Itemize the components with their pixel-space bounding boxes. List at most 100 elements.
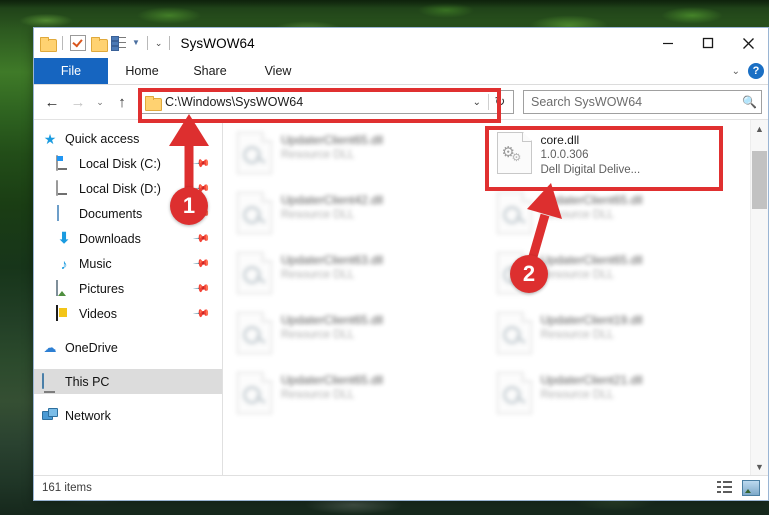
sidebar-item-label: Quick access [65,131,140,146]
sidebar-item-label: This PC [65,374,110,389]
sidebar-gap-3 [34,394,222,403]
sidebar-item-downloads[interactable]: ⬇ Downloads 📌 [34,226,222,251]
gears-icon-small: ⚙ [511,152,522,164]
large-icons-view-icon[interactable] [742,480,760,496]
sidebar-item-label: Local Disk (C:) [79,156,161,171]
tab-file[interactable]: File [34,58,108,84]
back-button[interactable]: ← [40,90,64,114]
properties-icon[interactable] [70,35,86,51]
file-grid: UpdaterClient65.dll Resource DLL ⚙ ⚙ cor… [223,120,750,475]
search-box[interactable]: Search SysWOW64 🔍 [523,90,762,114]
pin-icon[interactable]: 📌 [193,304,212,323]
pictures-icon [56,279,58,296]
list-item[interactable]: UpdaterClient63.dll Resource DLL [237,248,491,308]
recent-locations-button[interactable]: ⌄ [92,90,108,114]
window-controls [648,28,768,58]
sidebar-item-onedrive[interactable]: ☁ OneDrive [34,335,222,360]
details-view-icon[interactable] [717,481,733,495]
sidebar-item-pictures[interactable]: Pictures 📌 [34,276,222,301]
sidebar-item-label: OneDrive [65,340,118,355]
file-description: Resource DLL [540,389,615,401]
toolbar-separator-3 [169,36,171,50]
sidebar-item-music[interactable]: ♪ Music 📌 [34,251,222,276]
address-path: C:\Windows\SysWOW64 [165,95,304,109]
list-item[interactable]: UpdaterClient65.dll Resource DLL [237,128,491,188]
new-folder-icon[interactable] [91,36,108,52]
dll-file-icon [237,132,272,174]
documents-icon [57,204,59,221]
pin-icon[interactable]: 📌 [193,254,212,273]
scrollbar-thumb[interactable] [752,151,767,209]
annotation-marker-1: 1 [160,110,230,225]
downloads-icon: ⬇ [57,229,71,247]
sidebar-item-label: Videos [79,306,117,321]
toolbar-separator-2 [146,36,148,50]
file-description: Resource DLL [281,389,355,401]
forward-button[interactable]: → [66,90,90,114]
address-folder-icon [145,95,162,111]
dll-file-icon: ⚙ ⚙ [496,132,532,174]
window-title: SysWOW64 [180,35,255,51]
address-dropdown-icon[interactable]: ⌄ [466,97,488,108]
file-name: UpdaterClient19.dll [540,313,643,327]
ribbon-right-controls: ⌄ ? [732,58,764,84]
customize-caret-icon[interactable]: ▼ [132,39,140,47]
drive-icon [56,154,58,171]
scrollbar-track[interactable] [751,137,768,458]
sidebar-item-label: Pictures [79,281,125,296]
vertical-scrollbar[interactable]: ▲ ▼ [750,120,768,475]
status-bar: 161 items [34,475,768,500]
minimize-icon[interactable] [648,28,688,58]
customize-toolbar-icon[interactable] [111,36,127,51]
list-item[interactable]: UpdaterClient65.dll Resource DLL [237,368,491,428]
tab-view[interactable]: View [244,58,312,84]
star-icon: ★ [43,130,57,147]
ribbon-tab-bar: File Home Share View ⌄ ? [34,58,768,85]
folder-icon[interactable] [40,36,57,52]
sidebar-item-label: Local Disk (D:) [79,181,161,196]
search-icon[interactable]: 🔍 [742,95,757,109]
file-description: Resource DLL [281,149,355,161]
list-item[interactable]: UpdaterClient42.dll Resource DLL [237,188,491,248]
help-icon[interactable]: ? [748,63,764,79]
chevron-down-icon[interactable]: ⌄ [155,38,163,49]
quick-access-toolbar: ▼ ⌄ [40,35,172,52]
sidebar-item-videos[interactable]: Videos 📌 [34,301,222,326]
up-button[interactable]: ↑ [110,90,134,114]
dll-file-icon [237,372,272,414]
cloud-icon: ☁ [43,339,57,355]
music-icon: ♪ [60,255,68,272]
close-icon[interactable] [728,28,768,58]
sidebar-item-label: Network [65,408,111,423]
toolbar-separator [62,36,63,50]
sidebar-item-label: Documents [79,206,143,221]
refresh-icon[interactable]: ↻ [489,94,511,110]
scroll-up-icon[interactable]: ▲ [751,120,768,137]
file-explorer-window: ▼ ⌄ SysWOW64 File Home Share View ⌄ ? ← … [33,27,769,501]
dll-file-icon [237,252,272,294]
drive-icon [56,179,58,196]
wallpaper-top-shade [0,0,769,8]
search-input[interactable]: Search SysWOW64 [531,95,742,109]
pin-icon[interactable]: 📌 [193,229,212,248]
file-name: UpdaterClient65.dll [281,133,384,147]
file-description: Resource DLL [281,269,355,281]
list-item[interactable]: UpdaterClient19.dll Resource DLL [496,308,751,368]
list-item[interactable]: UpdaterClient21.dll Resource DLL [496,368,751,428]
dll-file-icon [496,312,532,354]
sidebar-item-label: Music [79,256,112,271]
sidebar-item-network[interactable]: Network [34,403,222,428]
expand-ribbon-icon[interactable]: ⌄ [732,66,740,77]
scroll-down-icon[interactable]: ▼ [751,458,768,475]
file-name: UpdaterClient21.dll [540,373,643,387]
pin-icon[interactable]: 📌 [193,279,212,298]
tab-home[interactable]: Home [108,58,176,84]
tab-share[interactable]: Share [176,58,244,84]
maximize-icon[interactable] [688,28,728,58]
address-toolbar: ← → ⌄ ↑ C:\Windows\SysWOW64 ⌄ ↻ Search S… [34,85,768,119]
dll-file-icon [237,192,272,234]
sidebar-item-this-pc[interactable]: This PC [34,369,222,394]
list-item[interactable]: UpdaterClient65.dll Resource DLL [237,308,491,368]
file-description: Resource DLL [540,329,615,341]
